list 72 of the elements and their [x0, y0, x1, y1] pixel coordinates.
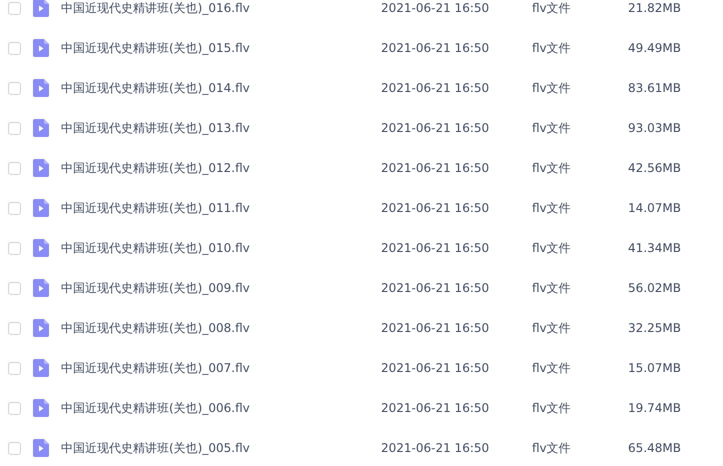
file-type: flv文件: [532, 241, 571, 255]
video-file-icon: [33, 159, 49, 177]
modified-date: 2021-06-21 16:50: [381, 281, 490, 295]
video-file-icon: [33, 79, 49, 97]
row-checkbox[interactable]: [8, 322, 21, 334]
file-name: 中国近现代史精讲班(关也)_015.flv: [61, 41, 250, 55]
file-size: 19.74MB: [628, 401, 681, 415]
file-type: flv文件: [532, 41, 571, 55]
file-size: 21.82MB: [628, 1, 681, 15]
video-file-icon: [33, 359, 49, 377]
file-size: 32.25MB: [628, 321, 681, 335]
video-file-icon: [33, 279, 49, 297]
file-size: 42.56MB: [628, 161, 681, 175]
file-size: 56.02MB: [628, 281, 681, 295]
modified-date: 2021-06-21 16:50: [381, 361, 490, 375]
file-name: 中国近现代史精讲班(关也)_009.flv: [61, 281, 250, 295]
file-size: 15.07MB: [628, 361, 681, 375]
row-checkbox[interactable]: [8, 162, 21, 174]
file-type: flv文件: [532, 1, 571, 15]
video-file-icon: [33, 119, 49, 137]
modified-date: 2021-06-21 16:50: [381, 41, 490, 55]
row-checkbox[interactable]: [8, 122, 21, 134]
video-file-icon: [33, 239, 49, 257]
row-checkbox[interactable]: [8, 442, 21, 454]
file-size: 14.07MB: [628, 201, 681, 215]
file-name: 中国近现代史精讲班(关也)_014.flv: [61, 81, 250, 95]
file-size: 49.49MB: [628, 41, 681, 55]
file-type: flv文件: [532, 201, 571, 215]
row-checkbox[interactable]: [8, 82, 21, 94]
file-type: flv文件: [532, 401, 571, 415]
file-size: 65.48MB: [628, 441, 681, 455]
modified-date: 2021-06-21 16:50: [381, 321, 490, 335]
file-name: 中国近现代史精讲班(关也)_007.flv: [61, 361, 250, 375]
file-name: 中国近现代史精讲班(关也)_006.flv: [61, 401, 250, 415]
file-name: 中国近现代史精讲班(关也)_008.flv: [61, 321, 250, 335]
video-file-icon: [33, 399, 49, 417]
row-checkbox[interactable]: [8, 362, 21, 374]
file-name: 中国近现代史精讲班(关也)_013.flv: [61, 121, 250, 135]
file-type: flv文件: [532, 441, 571, 455]
row-checkbox[interactable]: [8, 282, 21, 294]
file-size: 41.34MB: [628, 241, 681, 255]
video-file-icon: [33, 0, 49, 17]
file-type: flv文件: [532, 321, 571, 335]
file-name: 中国近现代史精讲班(关也)_012.flv: [61, 161, 250, 175]
row-checkbox[interactable]: [8, 2, 21, 14]
file-type: flv文件: [532, 281, 571, 295]
row-checkbox[interactable]: [8, 242, 21, 254]
file-name: 中国近现代史精讲班(关也)_016.flv: [61, 1, 250, 15]
file-size: 93.03MB: [628, 121, 681, 135]
file-type: flv文件: [532, 121, 571, 135]
file-name: 中国近现代史精讲班(关也)_010.flv: [61, 241, 250, 255]
file-name: 中国近现代史精讲班(关也)_005.flv: [61, 441, 250, 455]
modified-date: 2021-06-21 16:50: [381, 161, 490, 175]
video-file-icon: [33, 439, 49, 457]
modified-date: 2021-06-21 16:50: [381, 241, 490, 255]
video-file-icon: [33, 199, 49, 217]
modified-date: 2021-06-21 16:50: [381, 441, 490, 455]
file-size: 83.61MB: [628, 81, 681, 95]
modified-date: 2021-06-21 16:50: [381, 121, 490, 135]
row-checkbox[interactable]: [8, 202, 21, 214]
file-type: flv文件: [532, 361, 571, 375]
file-type: flv文件: [532, 81, 571, 95]
modified-date: 2021-06-21 16:50: [381, 1, 490, 15]
video-file-icon: [33, 319, 49, 337]
modified-date: 2021-06-21 16:50: [381, 81, 490, 95]
row-checkbox[interactable]: [8, 402, 21, 414]
video-file-icon: [33, 39, 49, 57]
file-type: flv文件: [532, 161, 571, 175]
modified-date: 2021-06-21 16:50: [381, 401, 490, 415]
row-checkbox[interactable]: [8, 42, 21, 54]
file-name: 中国近现代史精讲班(关也)_011.flv: [61, 201, 250, 215]
modified-date: 2021-06-21 16:50: [381, 201, 490, 215]
